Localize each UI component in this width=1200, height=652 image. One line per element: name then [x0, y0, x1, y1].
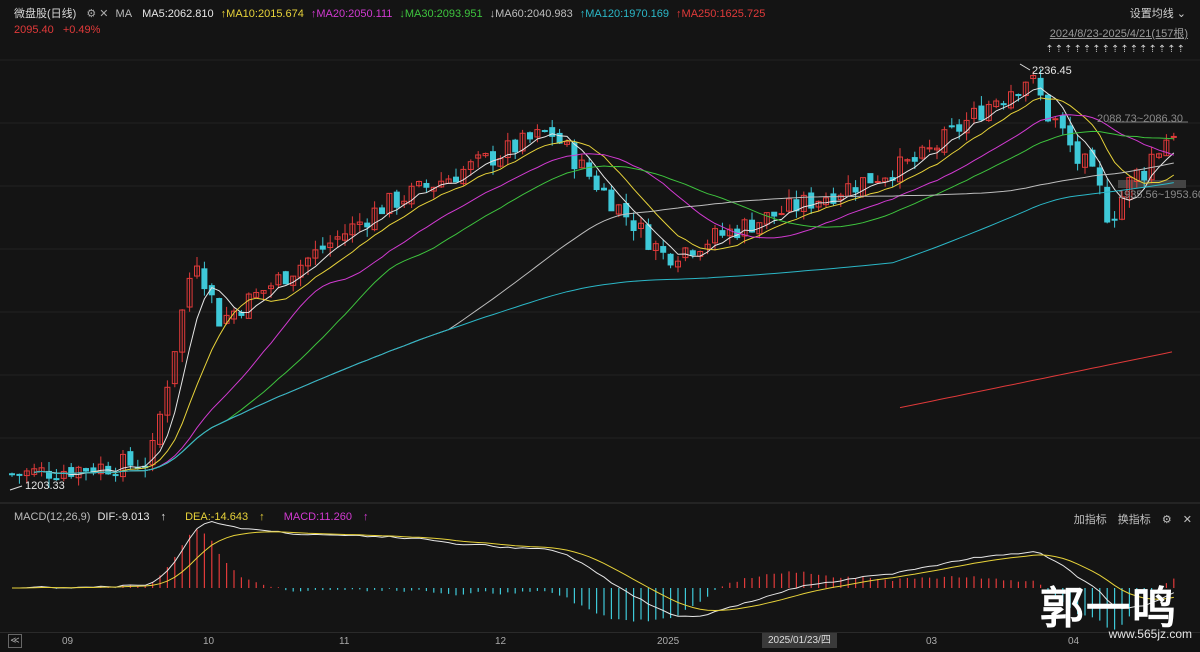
ma-line: [34, 182, 1174, 475]
candle-body: [127, 451, 134, 466]
candle-body: [1074, 141, 1081, 164]
candle-body: [1111, 218, 1118, 221]
candle-body: [1037, 77, 1044, 96]
add-indicator-button[interactable]: 加指标: [1074, 514, 1107, 526]
candle-body: [911, 157, 918, 162]
x-tick-label: 04: [1068, 636, 1080, 647]
candle-body: [1096, 167, 1103, 186]
candle-body: [201, 268, 208, 290]
dif-value: DIF:-9.013 ↑: [97, 511, 167, 523]
collapse-icon[interactable]: ≪: [8, 634, 22, 648]
x-tick-label: 03: [926, 636, 938, 647]
ma-line: [34, 114, 1174, 475]
candle-body: [512, 139, 519, 153]
ma-line: [899, 351, 1173, 409]
candle-body: [1052, 118, 1059, 121]
candle-body: [527, 132, 533, 140]
macd-toolbar: 加指标 换指标 ⚙ ✕: [1066, 511, 1192, 527]
x-tick-label: 2025: [657, 636, 680, 647]
candle-body: [1170, 135, 1177, 138]
candle-body: [956, 124, 963, 132]
candle-body: [1015, 93, 1022, 97]
macd-panel: [12, 520, 1175, 630]
candle-body: [423, 183, 430, 188]
low-marker: [9, 485, 23, 491]
low-label: 1203.33: [25, 480, 65, 492]
candle-body: [83, 468, 89, 472]
candle-body: [586, 162, 593, 177]
candle-body: [1059, 115, 1066, 129]
zone-lower-label: 1935.56~1953.60: [1118, 189, 1200, 201]
high-label: 2236.45: [1032, 65, 1072, 77]
candle-body: [319, 245, 326, 250]
ma-line: [34, 162, 1174, 475]
macd-legend: MACD(12,26,9) DIF:-9.013 ↑ DEA:-14.643 ↑…: [14, 511, 385, 523]
gear-icon[interactable]: ⚙: [1162, 514, 1172, 526]
candle-body: [719, 230, 726, 236]
candle-body: [948, 125, 955, 128]
x-tick-label: 12: [495, 636, 507, 647]
close-icon[interactable]: ✕: [1183, 514, 1192, 526]
candle-body: [608, 189, 615, 212]
macd-value: MACD:11.260 ↑: [283, 511, 369, 523]
candle-body: [1000, 103, 1007, 106]
candle-body: [379, 207, 385, 215]
high-marker: [1019, 63, 1031, 71]
candle-body: [490, 151, 496, 166]
candle-body: [453, 176, 459, 183]
candle-body: [393, 191, 400, 208]
candle-body: [660, 246, 667, 253]
candle-body: [978, 105, 985, 121]
candle-body: [364, 222, 371, 228]
candle-body: [667, 253, 674, 266]
candle-body: [68, 467, 75, 477]
x-tick-label: 11: [339, 636, 350, 647]
candle-body: [852, 187, 859, 193]
ma-line: [34, 130, 1174, 475]
x-tick-label: 10: [203, 636, 215, 647]
candle-body: [601, 187, 607, 191]
candlesticks: [9, 69, 1177, 488]
candle-body: [874, 181, 881, 184]
dea-value: DEA:-14.643 ↑: [185, 511, 265, 523]
candle-body: [112, 474, 119, 477]
candle-body: [778, 213, 785, 216]
dif-line: [12, 520, 1175, 618]
candle-body: [16, 473, 23, 476]
candle-body: [216, 298, 223, 327]
candle-body: [9, 473, 15, 476]
macd-name[interactable]: MACD(12,26,9): [14, 511, 90, 523]
zone-upper-label: 2088.73~2086.30: [1097, 113, 1183, 125]
watermark-url: www.565jz.com: [1108, 627, 1192, 641]
candle-body: [1141, 170, 1148, 181]
candle-body: [645, 224, 652, 250]
candle-body: [630, 220, 637, 232]
grid-lines: [0, 59, 1200, 504]
candle-body: [1067, 125, 1074, 146]
candle-body: [867, 173, 874, 184]
switch-indicator-button[interactable]: 换指标: [1118, 514, 1151, 526]
x-tick-label: 09: [62, 636, 74, 647]
candle-body: [593, 175, 600, 191]
candle-body: [689, 250, 696, 256]
candle-body: [1089, 149, 1096, 167]
candle-body: [282, 271, 289, 285]
kline-chart[interactable]: [0, 0, 1200, 632]
x-axis: 09 10 11 12 2025 03 04: [0, 632, 1200, 652]
candle-body: [771, 211, 778, 217]
crosshair-date-tag: 2025/01/23/四: [762, 633, 837, 648]
candle-body: [541, 130, 548, 133]
